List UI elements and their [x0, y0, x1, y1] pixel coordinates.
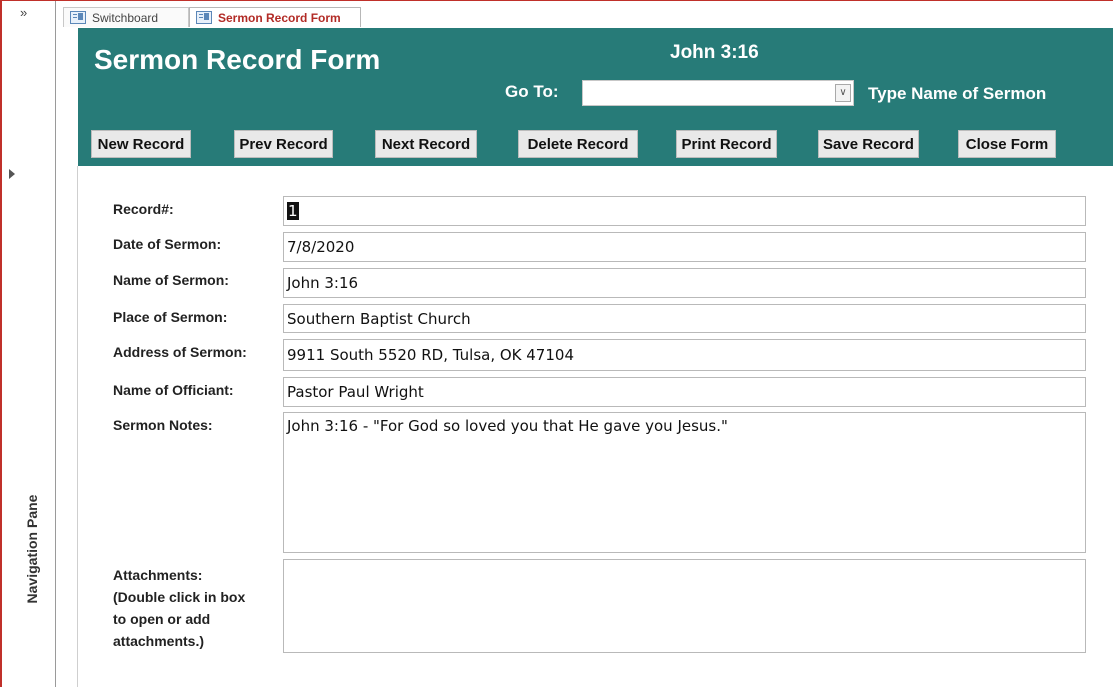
next-record-button[interactable]: Next Record — [375, 130, 477, 158]
sermon-name-label: Name of Sermon: — [113, 272, 229, 288]
record-selector[interactable] — [57, 166, 78, 687]
tab-sermon-record-form[interactable]: Sermon Record Form — [189, 7, 361, 27]
page-title: Sermon Record Form — [94, 44, 381, 75]
officiant-field[interactable]: Pastor Paul Wright — [283, 377, 1086, 407]
form-icon — [196, 11, 212, 24]
tab-label: Switchboard — [92, 10, 159, 25]
goto-hint: Type Name of Sermon — [868, 84, 1047, 103]
expand-nav-icon[interactable]: » — [20, 5, 27, 20]
address-field[interactable]: 9911 South 5520 RD, Tulsa, OK 47104 — [283, 339, 1086, 371]
attachments-label: Attachments: (Double click in box to ope… — [113, 564, 245, 652]
form-icon — [70, 11, 86, 24]
goto-label: Go To: — [505, 82, 559, 101]
notes-label: Sermon Notes: — [113, 417, 213, 433]
current-record-arrow-icon — [9, 169, 15, 179]
attachments-label-line: Attachments: — [113, 567, 203, 583]
new-record-button[interactable]: New Record — [91, 130, 191, 158]
place-label: Place of Sermon: — [113, 309, 228, 325]
address-label: Address of Sermon: — [113, 344, 247, 360]
form-header: Sermon Record Form John 3:16 Go To: ∨ Ty… — [78, 28, 1113, 166]
record-number-value: 1 — [287, 202, 299, 220]
attachments-label-line: attachments.) — [113, 633, 205, 649]
prev-record-button[interactable]: Prev Record — [234, 130, 333, 158]
navigation-pane[interactable]: » Navigation Pane — [2, 1, 56, 687]
document-tab-bar: Switchboard Sermon Record Form — [57, 6, 1113, 28]
save-record-button[interactable]: Save Record — [818, 130, 919, 158]
tab-switchboard[interactable]: Switchboard — [63, 7, 189, 27]
attachments-label-line: (Double click in box — [113, 589, 246, 605]
attachments-field[interactable] — [283, 559, 1086, 653]
navigation-pane-label[interactable]: Navigation Pane — [24, 495, 40, 604]
notes-field[interactable]: John 3:16 - "For God so loved you that H… — [283, 412, 1086, 553]
tab-label: Sermon Record Form — [218, 10, 341, 25]
date-label: Date of Sermon: — [113, 236, 222, 252]
place-field[interactable]: Southern Baptist Church — [283, 304, 1086, 333]
officiant-label: Name of Officiant: — [113, 382, 234, 398]
print-record-button[interactable]: Print Record — [676, 130, 777, 158]
goto-combobox[interactable]: ∨ — [582, 80, 854, 106]
date-field[interactable]: 7/8/2020 — [283, 232, 1086, 262]
close-form-button[interactable]: Close Form — [958, 130, 1056, 158]
delete-record-button[interactable]: Delete Record — [518, 130, 638, 158]
chevron-down-icon[interactable]: ∨ — [835, 84, 851, 102]
record-number-label: Record#: — [113, 201, 174, 217]
current-sermon-name: John 3:16 — [670, 42, 759, 63]
attachments-label-line: to open or add — [113, 611, 211, 627]
record-number-field[interactable]: 1 — [283, 196, 1086, 226]
sermon-name-field[interactable]: John 3:16 — [283, 268, 1086, 298]
